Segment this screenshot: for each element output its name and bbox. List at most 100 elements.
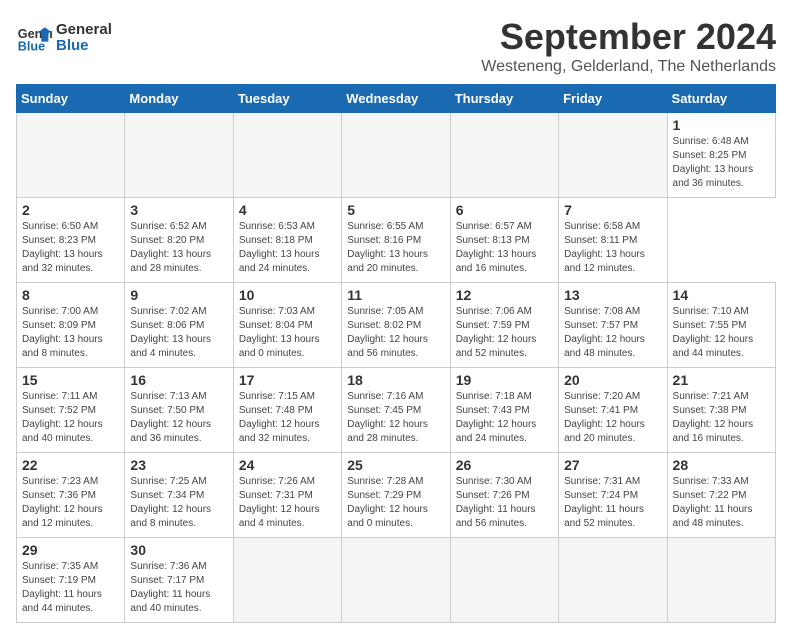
day-19: 19 Sunrise: 7:18 AMSunset: 7:43 PMDayligh… — [450, 368, 558, 453]
empty-cell — [559, 113, 667, 198]
day-info: Sunrise: 7:16 AMSunset: 7:45 PMDaylight:… — [347, 390, 444, 446]
day-9: 9 Sunrise: 7:02 AMSunset: 8:06 PMDaylight… — [125, 283, 233, 368]
day-info: Sunrise: 7:03 AMSunset: 8:04 PMDaylight:… — [239, 305, 336, 361]
day-20: 20 Sunrise: 7:20 AMSunset: 7:41 PMDayligh… — [559, 368, 667, 453]
day-header-thursday: Thursday — [450, 85, 558, 113]
day-10: 10 Sunrise: 7:03 AMSunset: 8:04 PMDayligh… — [233, 283, 341, 368]
day-number: 21 — [673, 372, 770, 388]
day-number: 6 — [456, 202, 553, 218]
day-number: 15 — [22, 372, 119, 388]
week-row-4: 15 Sunrise: 7:11 AMSunset: 7:52 PMDayligh… — [17, 368, 776, 453]
day-number: 8 — [22, 287, 119, 303]
day-info: Sunrise: 6:57 AMSunset: 8:13 PMDaylight:… — [456, 220, 553, 276]
day-number: 26 — [456, 457, 553, 473]
day-17: 17 Sunrise: 7:15 AMSunset: 7:48 PMDayligh… — [233, 368, 341, 453]
day-6: 6 Sunrise: 6:57 AMSunset: 8:13 PMDaylight… — [450, 198, 558, 283]
day-info: Sunrise: 7:15 AMSunset: 7:48 PMDaylight:… — [239, 390, 336, 446]
empty-cell — [450, 113, 558, 198]
day-info: Sunrise: 7:20 AMSunset: 7:41 PMDaylight:… — [564, 390, 661, 446]
day-info: Sunrise: 7:06 AMSunset: 7:59 PMDaylight:… — [456, 305, 553, 361]
day-header-sunday: Sunday — [17, 85, 125, 113]
day-number: 20 — [564, 372, 661, 388]
day-info: Sunrise: 7:21 AMSunset: 7:38 PMDaylight:… — [673, 390, 770, 446]
day-info: Sunrise: 7:36 AMSunset: 7:17 PMDaylight:… — [130, 560, 227, 616]
day-number: 12 — [456, 287, 553, 303]
days-header-row: SundayMondayTuesdayWednesdayThursdayFrid… — [17, 85, 776, 113]
day-header-saturday: Saturday — [667, 85, 775, 113]
day-info: Sunrise: 7:25 AMSunset: 7:34 PMDaylight:… — [130, 475, 227, 531]
day-info: Sunrise: 7:02 AMSunset: 8:06 PMDaylight:… — [130, 305, 227, 361]
page-header: General Blue General Blue September 2024… — [16, 16, 776, 76]
day-info: Sunrise: 7:35 AMSunset: 7:19 PMDaylight:… — [22, 560, 119, 616]
week-row-1: 1 Sunrise: 6:48 AMSunset: 8:25 PMDaylight… — [17, 113, 776, 198]
day-info: Sunrise: 7:28 AMSunset: 7:29 PMDaylight:… — [347, 475, 444, 531]
day-21: 21 Sunrise: 7:21 AMSunset: 7:38 PMDayligh… — [667, 368, 775, 453]
day-info: Sunrise: 7:23 AMSunset: 7:36 PMDaylight:… — [22, 475, 119, 531]
day-info: Sunrise: 7:13 AMSunset: 7:50 PMDaylight:… — [130, 390, 227, 446]
day-27: 27Sunrise: 7:31 AMSunset: 7:24 PMDayligh… — [559, 453, 667, 538]
day-22: 22 Sunrise: 7:23 AMSunset: 7:36 PMDayligh… — [17, 453, 125, 538]
day-16: 16Sunrise: 7:13 AMSunset: 7:50 PMDayligh… — [125, 368, 233, 453]
day-29: 29 Sunrise: 7:35 AMSunset: 7:19 PMDayligh… — [17, 538, 125, 623]
day-info: Sunrise: 6:52 AMSunset: 8:20 PMDaylight:… — [130, 220, 227, 276]
day-info: Sunrise: 6:48 AMSunset: 8:25 PMDaylight:… — [673, 135, 770, 191]
day-number: 30 — [130, 542, 227, 558]
day-number: 29 — [22, 542, 119, 558]
day-number: 17 — [239, 372, 336, 388]
day-3: 3Sunrise: 6:52 AMSunset: 8:20 PMDaylight… — [125, 198, 233, 283]
day-number: 9 — [130, 287, 227, 303]
svg-text:Blue: Blue — [18, 40, 45, 54]
location-subtitle: Westeneng, Gelderland, The Netherlands — [481, 58, 776, 76]
day-7: 7 Sunrise: 6:58 AMSunset: 8:11 PMDaylight… — [559, 198, 667, 283]
day-number: 7 — [564, 202, 661, 218]
day-number: 1 — [673, 117, 770, 133]
day-15: 15 Sunrise: 7:11 AMSunset: 7:52 PMDayligh… — [17, 368, 125, 453]
day-info: Sunrise: 7:18 AMSunset: 7:43 PMDaylight:… — [456, 390, 553, 446]
empty-cell — [342, 113, 450, 198]
day-11: 11 Sunrise: 7:05 AMSunset: 8:02 PMDayligh… — [342, 283, 450, 368]
week-row-6: 29 Sunrise: 7:35 AMSunset: 7:19 PMDayligh… — [17, 538, 776, 623]
day-number: 18 — [347, 372, 444, 388]
day-number: 10 — [239, 287, 336, 303]
day-number: 11 — [347, 287, 444, 303]
day-info: Sunrise: 7:00 AMSunset: 8:09 PMDaylight:… — [22, 305, 119, 361]
day-8: 8 Sunrise: 7:00 AMSunset: 8:09 PMDaylight… — [17, 283, 125, 368]
empty-cell — [125, 113, 233, 198]
day-info: Sunrise: 7:26 AMSunset: 7:31 PMDaylight:… — [239, 475, 336, 531]
day-number: 19 — [456, 372, 553, 388]
calendar-table: SundayMondayTuesdayWednesdayThursdayFrid… — [16, 84, 776, 623]
day-28: 28Sunrise: 7:33 AMSunset: 7:22 PMDayligh… — [667, 453, 775, 538]
day-info: Sunrise: 7:11 AMSunset: 7:52 PMDaylight:… — [22, 390, 119, 446]
day-header-wednesday: Wednesday — [342, 85, 450, 113]
day-number: 13 — [564, 287, 661, 303]
day-info: Sunrise: 7:33 AMSunset: 7:22 PMDaylight:… — [673, 475, 770, 531]
day-info: Sunrise: 6:50 AMSunset: 8:23 PMDaylight:… — [22, 220, 119, 276]
day-number: 5 — [347, 202, 444, 218]
empty-cell — [233, 538, 341, 623]
empty-cell — [450, 538, 558, 623]
day-info: Sunrise: 7:08 AMSunset: 7:57 PMDaylight:… — [564, 305, 661, 361]
day-header-friday: Friday — [559, 85, 667, 113]
title-block: September 2024 Westeneng, Gelderland, Th… — [481, 16, 776, 76]
day-number: 24 — [239, 457, 336, 473]
day-number: 4 — [239, 202, 336, 218]
empty-cell — [667, 538, 775, 623]
day-2: 2 Sunrise: 6:50 AMSunset: 8:23 PMDaylight… — [17, 198, 125, 283]
day-header-monday: Monday — [125, 85, 233, 113]
day-number: 23 — [130, 457, 227, 473]
day-number: 2 — [22, 202, 119, 218]
week-row-3: 8 Sunrise: 7:00 AMSunset: 8:09 PMDaylight… — [17, 283, 776, 368]
week-row-5: 22 Sunrise: 7:23 AMSunset: 7:36 PMDayligh… — [17, 453, 776, 538]
day-14: 14Sunrise: 7:10 AMSunset: 7:55 PMDayligh… — [667, 283, 775, 368]
day-30: 30 Sunrise: 7:36 AMSunset: 7:17 PMDayligh… — [125, 538, 233, 623]
day-13: 13 Sunrise: 7:08 AMSunset: 7:57 PMDayligh… — [559, 283, 667, 368]
day-26: 26Sunrise: 7:30 AMSunset: 7:26 PMDayligh… — [450, 453, 558, 538]
day-number: 25 — [347, 457, 444, 473]
day-1: 1 Sunrise: 6:48 AMSunset: 8:25 PMDaylight… — [667, 113, 775, 198]
logo: General Blue General Blue — [16, 20, 112, 56]
day-number: 22 — [22, 457, 119, 473]
day-24: 24 Sunrise: 7:26 AMSunset: 7:31 PMDayligh… — [233, 453, 341, 538]
day-info: Sunrise: 6:58 AMSunset: 8:11 PMDaylight:… — [564, 220, 661, 276]
day-info: Sunrise: 7:31 AMSunset: 7:24 PMDaylight:… — [564, 475, 661, 531]
day-info: Sunrise: 7:05 AMSunset: 8:02 PMDaylight:… — [347, 305, 444, 361]
